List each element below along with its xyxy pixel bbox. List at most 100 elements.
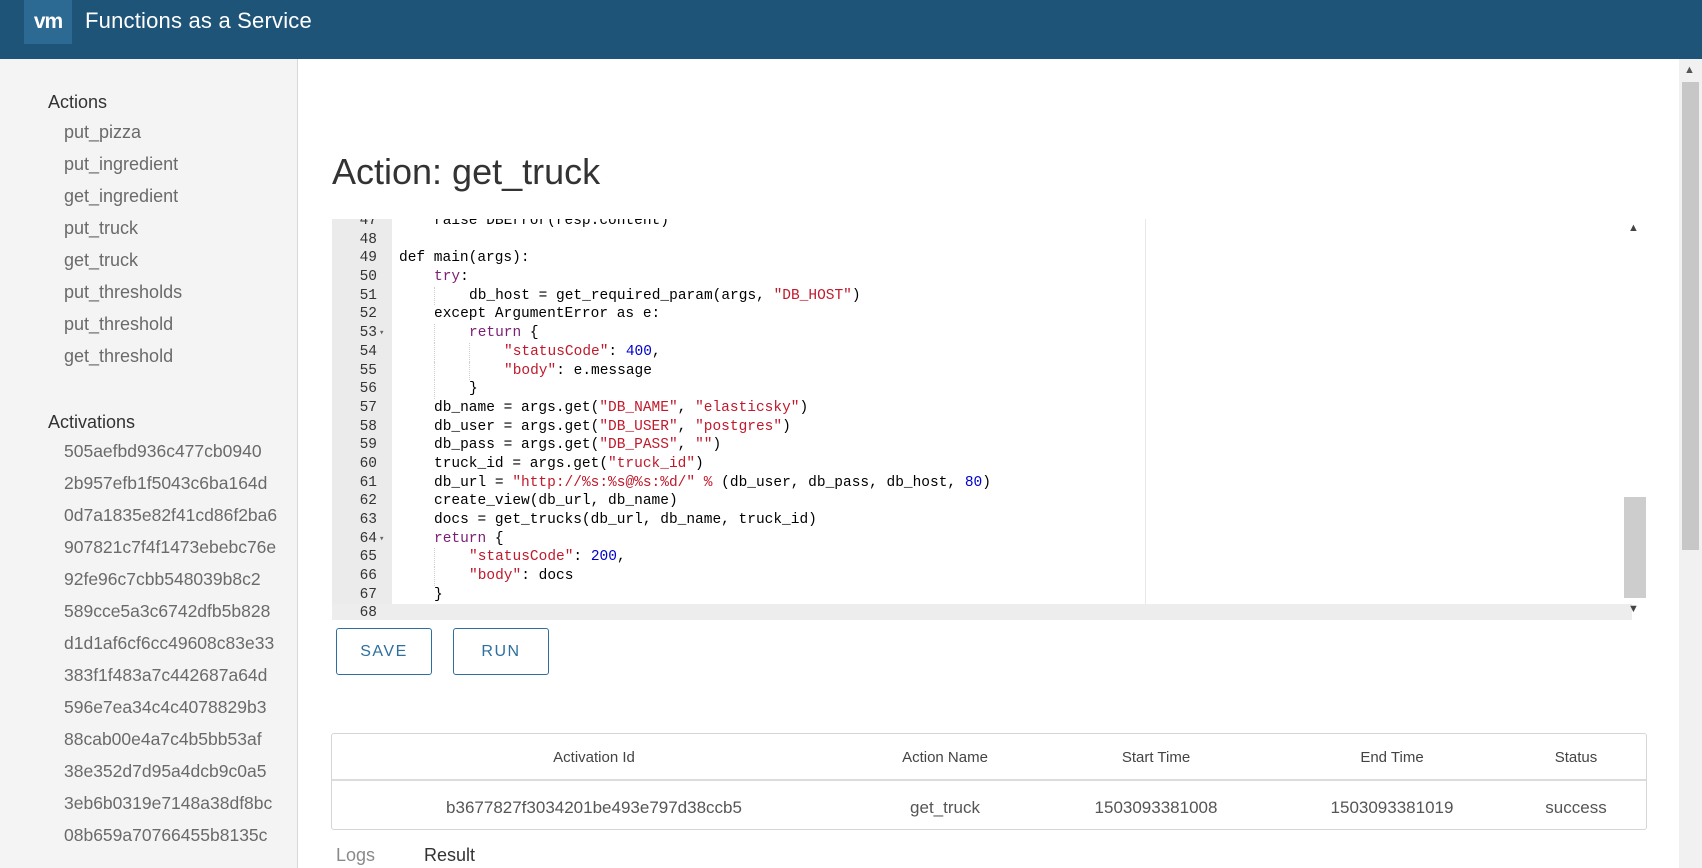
- cell-action-name: get_truck: [910, 798, 980, 817]
- code-line[interactable]: 55 "body": e.message: [332, 361, 1632, 381]
- code-line[interactable]: 53 ▾ return {: [332, 324, 1632, 343]
- editor-scrollbar-thumb[interactable]: [1624, 497, 1646, 598]
- sidebar-item-action[interactable]: put_pizza: [64, 116, 182, 148]
- code-line[interactable]: 49 def main(args):: [332, 249, 1632, 268]
- line-number: 53: [359, 325, 377, 342]
- sidebar-item-action[interactable]: put_truck: [64, 212, 182, 244]
- code-line[interactable]: 51 db_host = get_required_param(args, "DB…: [332, 286, 1632, 306]
- sidebar-item-action[interactable]: get_truck: [64, 244, 182, 276]
- line-number: 47: [359, 219, 377, 229]
- cell-activation-id[interactable]: b3677827f3034201be493e797d38ccb5: [446, 798, 742, 818]
- line-number: 62: [359, 493, 377, 510]
- table-header: Activation Id Action Name Start Time End…: [332, 734, 1646, 781]
- line-number: 67: [359, 586, 377, 603]
- tab-logs[interactable]: Logs: [336, 845, 375, 866]
- code-line[interactable]: 65 "statusCode": 200,: [332, 548, 1632, 568]
- column-header-action-name: Action Name: [902, 749, 988, 766]
- run-button[interactable]: RUN: [453, 628, 549, 675]
- code-line[interactable]: 57 db_name = args.get("DB_NAME", "elastic…: [332, 399, 1632, 418]
- line-number: 63: [359, 512, 377, 528]
- sidebar-item-activation[interactable]: d1d1af6cf6cc49608c83e33: [64, 627, 297, 659]
- tab-result[interactable]: Result: [424, 845, 475, 866]
- sidebar-item-activation[interactable]: 0d7a1835e82f41cd86f2ba6: [64, 499, 297, 531]
- line-number: 59: [359, 437, 377, 454]
- code-lines[interactable]: 47 raise DBError(resp.content) 48 49 def mai…: [332, 219, 1632, 620]
- scroll-down-icon[interactable]: ▼: [1628, 603, 1639, 615]
- cell-end-time: 1503093381019: [1330, 798, 1454, 817]
- code-text: "statusCode": 400,: [504, 343, 661, 360]
- code-text: "body": e.message: [504, 362, 652, 379]
- line-number: 60: [359, 455, 377, 472]
- indent-guide: [469, 342, 470, 362]
- indent-guide: [434, 567, 435, 586]
- sidebar-item-activation[interactable]: 907821c7f4f1473ebebc76e: [64, 531, 297, 563]
- page-scroll-up-icon[interactable]: ▲: [1684, 64, 1695, 76]
- indent-guide: [434, 548, 435, 568]
- sidebar-item-activation[interactable]: 383f1f483a7c442687a64d: [64, 659, 297, 691]
- code-line[interactable]: 61 db_url = "http://%s:%s@%s:%d/" % (db_u…: [332, 474, 1632, 493]
- sidebar-item-activation[interactable]: 92fe96c7cbb548039b8c2: [64, 563, 297, 595]
- code-line[interactable]: 67}: [332, 586, 1632, 605]
- cell-status: success: [1545, 798, 1607, 817]
- line-number: 52: [359, 306, 377, 323]
- code-text: db_url = "http://%s:%s@%s:%d/" % (db_use…: [434, 474, 991, 491]
- sidebar-item-activation[interactable]: 505aefbd936c477cb0940: [64, 435, 297, 467]
- page-scrollbar-thumb[interactable]: [1682, 82, 1699, 550]
- column-header-end-time: End Time: [1360, 749, 1424, 766]
- sidebar-item-activation[interactable]: 3eb6b0319e7148a38df8bc: [64, 787, 297, 819]
- top-bar: vm Functions as a Service: [0, 0, 1702, 59]
- sidebar-item-action[interactable]: put_threshold: [64, 308, 182, 340]
- code-line[interactable]: 62 create_view(db_url, db_name): [332, 492, 1632, 511]
- indent-guide: [434, 361, 435, 381]
- sidebar-item-activation[interactable]: 08b659a70766455b8135c: [64, 819, 297, 851]
- fold-toggle-icon[interactable]: ▾: [379, 530, 384, 549]
- indent-guide: [434, 286, 435, 306]
- indent-guide: [434, 380, 435, 399]
- sidebar-item-action[interactable]: put_ingredient: [64, 148, 182, 180]
- line-number: 65: [359, 549, 377, 566]
- sidebar-item-action[interactable]: get_ingredient: [64, 180, 182, 212]
- save-button[interactable]: SAVE: [336, 628, 432, 675]
- code-text: "body": docs: [469, 568, 574, 585]
- scroll-up-icon[interactable]: ▲: [1628, 222, 1639, 234]
- code-text: db_host = get_required_param(args, "DB_H…: [469, 287, 861, 304]
- activation-table: Activation Id Action Name Start Time End…: [331, 733, 1647, 830]
- sidebar-item-activation[interactable]: 596e7ea34c4c4078829b3: [64, 691, 297, 723]
- code-editor[interactable]: 47 raise DBError(resp.content) 48 49 def mai…: [332, 219, 1645, 620]
- line-number: 50: [359, 269, 377, 286]
- sidebar-item-activation[interactable]: 2b957efb1f5043c6ba164d: [64, 467, 297, 499]
- sidebar-item-activation[interactable]: 88cab00e4a7c4b5bb53af: [64, 723, 297, 755]
- code-text: try:: [434, 269, 469, 286]
- code-line[interactable]: 50 try:: [332, 268, 1632, 287]
- column-header-status: Status: [1554, 749, 1598, 766]
- code-line[interactable]: 52 except ArgumentError as e:: [332, 305, 1632, 324]
- code-text: return {: [434, 530, 504, 547]
- code-line[interactable]: 64 ▾ return {: [332, 530, 1632, 549]
- code-line[interactable]: 66 "body": docs: [332, 567, 1632, 586]
- actions-list: put_pizza put_ingredient get_ingredient …: [64, 116, 182, 372]
- code-line[interactable]: 54 "statusCode": 400,: [332, 342, 1632, 362]
- line-number: 51: [359, 287, 377, 304]
- code-line[interactable]: 59 db_pass = args.get("DB_PASS", ""): [332, 436, 1632, 455]
- code-line[interactable]: 68: [332, 604, 1632, 620]
- line-number: 58: [359, 418, 377, 435]
- line-number: 64: [359, 530, 377, 547]
- activations-list: 505aefbd936c477cb0940 2b957efb1f5043c6ba…: [64, 435, 297, 851]
- code-line[interactable]: 63 docs = get_trucks(db_url, db_name, tru…: [332, 511, 1632, 530]
- code-line[interactable]: 48: [332, 231, 1632, 250]
- indent-guide: [434, 342, 435, 362]
- code-text: "statusCode": 200,: [469, 549, 626, 566]
- sidebar-item-action[interactable]: put_thresholds: [64, 276, 182, 308]
- code-text: except ArgumentError as e:: [434, 306, 661, 323]
- sidebar-item-action[interactable]: get_threshold: [64, 340, 182, 372]
- sidebar-item-activation[interactable]: 589cce5a3c6742dfb5b828: [64, 595, 297, 627]
- column-header-activation-id: Activation Id: [553, 749, 635, 766]
- fold-toggle-icon[interactable]: ▾: [379, 324, 384, 343]
- code-line[interactable]: 58 db_user = args.get("DB_USER", "postgre…: [332, 418, 1632, 437]
- line-number: 49: [359, 250, 377, 267]
- sidebar-item-activation[interactable]: 38e352d7d95a4dcb9c0a5: [64, 755, 297, 787]
- code-line[interactable]: 60 truck_id = args.get("truck_id"): [332, 455, 1632, 474]
- code-text: raise DBError(resp.content): [434, 219, 669, 229]
- code-line[interactable]: 47 raise DBError(resp.content): [332, 219, 1632, 231]
- code-line[interactable]: 56}: [332, 380, 1632, 399]
